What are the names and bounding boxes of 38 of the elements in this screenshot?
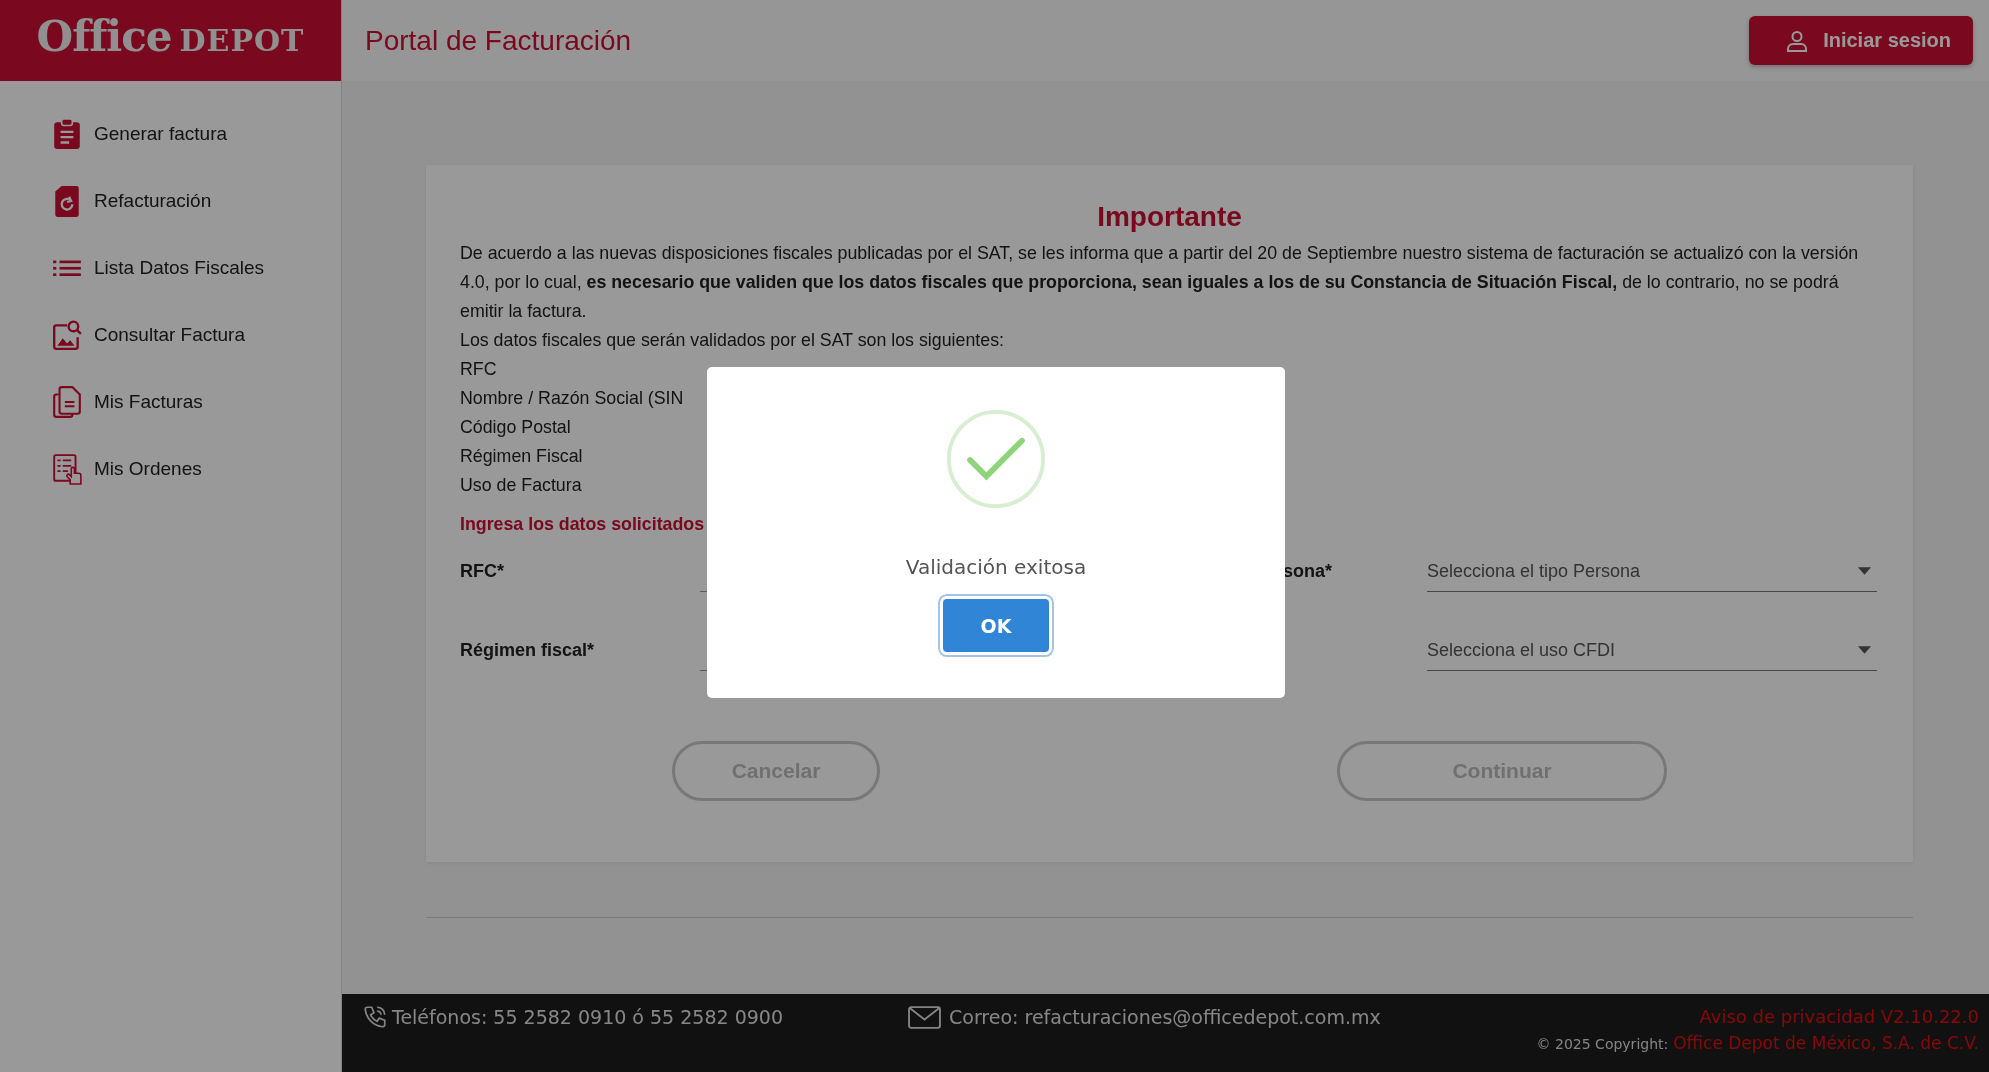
phone-text: Teléfonos: 55 2582 0910 ó 55 2582 0900 xyxy=(392,1006,783,1028)
dropdown[interactable]: Selecciona el uso CFDI xyxy=(1427,630,1877,671)
dialog-message: Validación exitosa xyxy=(905,555,1087,579)
login-button[interactable]: Iniciar sesion xyxy=(1749,16,1973,65)
mail-icon xyxy=(908,1005,941,1029)
field-label: sona* xyxy=(1282,561,1334,582)
copyright-text: © 2025 Copyright: xyxy=(1536,1036,1669,1052)
page-title: Portal de Facturación xyxy=(365,24,632,57)
fiscal-field-name: RFC xyxy=(460,358,498,381)
dropdown[interactable]: Selecciona el tipo Persona xyxy=(1427,551,1877,592)
sidebar-item[interactable]: Consultar Factura xyxy=(0,301,341,368)
form-prompt: Ingresa los datos solicitados xyxy=(460,514,706,535)
checklist-hand-icon xyxy=(52,452,82,485)
success-check-icon xyxy=(946,409,1046,509)
fiscal-field-name: Régimen Fiscal xyxy=(460,445,584,468)
logo[interactable]: Office DEPOT xyxy=(0,0,341,81)
documents-icon xyxy=(52,385,82,418)
image-search-icon xyxy=(52,318,82,351)
sidebar-item[interactable]: Lista Datos Fiscales xyxy=(0,234,341,301)
email-text: Correo: refacturaciones@officedepot.com.mx xyxy=(949,1006,1381,1028)
caret-icon xyxy=(1858,646,1871,654)
sidebar-item[interactable]: Mis Facturas xyxy=(0,368,341,435)
field-label: RFC* xyxy=(460,561,505,582)
user-icon xyxy=(1785,28,1810,53)
fiscal-field-name: Código Postal xyxy=(460,416,572,439)
notice-title: Importante xyxy=(1096,201,1243,233)
notice-text: Los datos fiscales que serán validados por el SAT son los siguientes: xyxy=(460,329,1005,352)
clipboard-icon xyxy=(52,117,82,150)
notice-paragraph: De acuerdo a las nuevas disposiciones fiscales publicadas por el SAT, se les informa que a partir del 20 de Septiembre nuestro sistema de facturación se actualizó con la versión 4.0, por lo cual, es necesario que validen que los datos fiscales que proporciona, sean iguales a los de su Constancia de Situación Fiscal, de lo contrario, no se podrá emitir la factura. xyxy=(460,242,1860,323)
caret-icon xyxy=(1858,567,1871,575)
sidebar-item[interactable]: Mis Ordenes xyxy=(0,435,341,502)
document-refresh-icon xyxy=(52,184,82,217)
fiscal-field-name: Uso de Factura xyxy=(460,474,583,497)
sidebar-item[interactable]: Refacturación xyxy=(0,167,341,234)
phone-icon xyxy=(362,1004,388,1030)
fiscal-field-name: Nombre / Razón Social (SIN xyxy=(460,387,685,410)
sidebar-item[interactable]: Generar factura xyxy=(0,100,341,167)
field-label: Régimen fiscal* xyxy=(460,640,596,661)
